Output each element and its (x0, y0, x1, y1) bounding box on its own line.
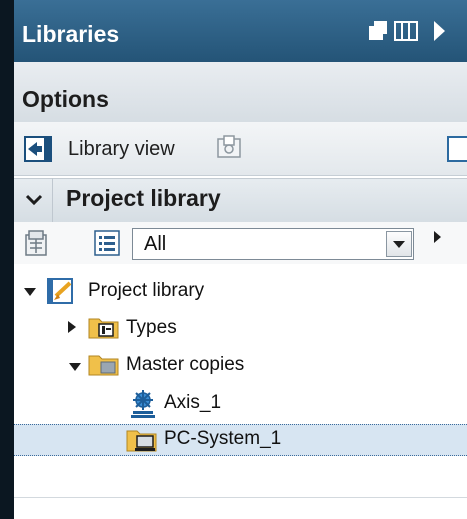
layout-icon[interactable] (447, 136, 467, 162)
section-divider (52, 178, 53, 222)
tree-collapsed-arrow-icon[interactable] (66, 319, 78, 335)
float-window-icon[interactable] (367, 20, 389, 42)
expand-arrow-icon[interactable] (432, 230, 442, 244)
collapse-arrow-icon[interactable] (432, 20, 446, 42)
libraries-panel: Libraries Options Library view Project l… (14, 0, 467, 519)
tree-item-axis[interactable]: Axis_1 (164, 392, 221, 414)
chevron-down-icon[interactable] (24, 190, 44, 210)
library-settings-icon[interactable] (24, 229, 50, 257)
tree-item-master-copies[interactable]: Master copies (126, 354, 244, 376)
split-view-icon[interactable] (394, 20, 418, 42)
tree-item-types[interactable]: Types (126, 317, 177, 339)
axis-icon (131, 390, 155, 418)
pc-system-icon (126, 430, 157, 452)
dropdown-arrow-icon (393, 241, 405, 248)
panel-title: Libraries (22, 21, 120, 47)
types-folder-icon (88, 318, 119, 339)
project-library-section-title: Project library (66, 185, 221, 211)
tree-item-pc-system[interactable]: PC-System_1 (164, 428, 281, 450)
bottom-divider (14, 497, 467, 498)
tree-root-label[interactable]: Project library (88, 280, 204, 302)
options-label: Options (22, 86, 109, 112)
filter-dropdown-button[interactable] (386, 231, 412, 257)
tree-expanded-arrow-icon[interactable] (68, 360, 82, 374)
library-filter-value: All (144, 233, 167, 255)
library-filter-select[interactable] (132, 228, 414, 260)
tree-expanded-arrow-icon[interactable] (23, 285, 37, 299)
library-view-icon[interactable] (24, 136, 52, 162)
libraries-title-bar: Libraries (14, 0, 467, 62)
master-copies-folder-icon (88, 355, 119, 376)
list-view-icon[interactable] (94, 230, 120, 256)
project-library-icon (47, 278, 73, 304)
left-edge-frame (0, 0, 14, 519)
library-view-label[interactable]: Library view (68, 138, 175, 161)
open-library-icon[interactable] (216, 134, 242, 160)
